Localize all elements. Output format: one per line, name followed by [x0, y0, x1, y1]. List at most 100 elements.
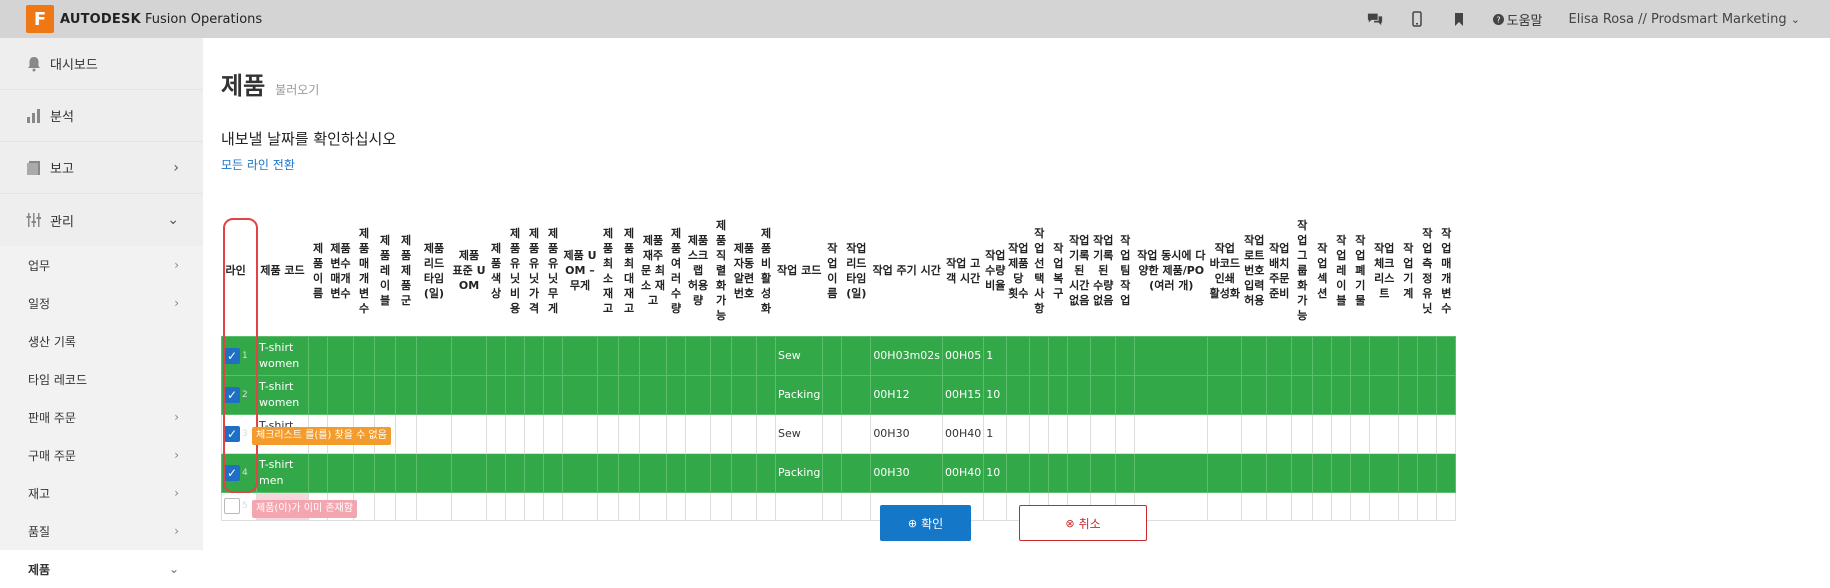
table-cell	[308, 335, 328, 376]
chat-icon[interactable]	[1367, 11, 1383, 27]
table-cell	[1207, 335, 1243, 376]
sidebar-item-tasks[interactable]: 업무 ›	[0, 246, 203, 284]
table-row[interactable]: ✓ 4 T-shirt men Packing 00H30 00H40 10	[221, 452, 1457, 493]
column-header: 작업 복구	[1053, 241, 1064, 300]
table-cell	[1369, 491, 1400, 521]
column-header: 라인	[225, 264, 246, 278]
sidebar-label: 보고	[50, 162, 74, 177]
table-cell	[731, 413, 757, 454]
line-checkbox[interactable]: ✓	[224, 464, 240, 481]
table-cell	[1417, 335, 1438, 376]
chevron-right-icon: ›	[174, 448, 179, 462]
table-cell	[1369, 335, 1400, 376]
cancel-circle-icon: ⊗	[1065, 516, 1075, 530]
column-header: 제품 비활성화	[760, 226, 772, 315]
table-cell	[562, 413, 598, 454]
table-cell	[841, 335, 872, 376]
sidebar-label: 제품	[28, 562, 51, 577]
table-cell	[1291, 335, 1314, 376]
table-cell	[731, 335, 757, 376]
table-cell	[486, 335, 506, 376]
sidebar-item-products[interactable]: 제품 ⌄	[0, 550, 203, 588]
sidebar-item-schedule[interactable]: 일정 ›	[0, 284, 203, 322]
line-checkbox[interactable]: ✓	[224, 347, 240, 364]
table-cell	[1006, 374, 1031, 415]
import-table: 라인 제품 코드 제품 이름 제품 변수 매개 변수 제품 매개 변수 제품 레이블 제품 …	[221, 206, 1457, 521]
chevron-down-icon: ⌄	[1790, 12, 1800, 26]
table-cell	[597, 335, 619, 376]
column-header: 작업 섹션	[1317, 241, 1328, 300]
table-row[interactable]: 5제품(이)가 이미 존재함T-shirt	[221, 491, 1457, 521]
table-cell	[1115, 335, 1136, 376]
table-cell: ✓ 3 체크리스트 를(를) 찾을 수 없음	[221, 413, 391, 454]
table-cell	[1436, 491, 1457, 521]
table-cell	[666, 335, 686, 376]
table-cell	[597, 491, 619, 521]
sidebar-item-reports[interactable]: 보고 ›	[0, 142, 203, 194]
table-cell	[524, 452, 544, 493]
table-cell	[710, 491, 732, 521]
table-cell	[1266, 374, 1293, 415]
mobile-icon[interactable]	[1409, 11, 1425, 27]
quantity-ratio-cell: 1	[983, 335, 1008, 376]
sidebar-item-time-records[interactable]: 타임 레코드	[0, 360, 203, 398]
table-cell	[685, 491, 711, 521]
table-cell	[395, 374, 417, 415]
column-header: 작업 이름	[827, 241, 838, 300]
table-cell	[543, 335, 563, 376]
bookmark-icon[interactable]	[1451, 11, 1467, 27]
sidebar-label: 일정	[28, 296, 51, 311]
table-cell	[639, 452, 667, 493]
sidebar-item-sales-orders[interactable]: 판매 주문 ›	[0, 398, 203, 436]
table-cell	[710, 335, 732, 376]
table-cell	[1241, 413, 1268, 454]
page-title: 제품	[221, 72, 266, 100]
table-cell	[756, 413, 776, 454]
column-header: 작업 바코드 인쇄 활성화	[1209, 241, 1240, 300]
sidebar-label: 품질	[28, 524, 51, 539]
table-cell	[1331, 335, 1352, 376]
sidebar-item-inventory[interactable]: 재고 ›	[0, 474, 203, 512]
table-cell	[1331, 452, 1352, 493]
line-checkbox[interactable]	[224, 498, 240, 514]
table-cell	[1048, 374, 1069, 415]
cycle-time-cell: 00H30	[870, 413, 944, 454]
svg-text:?: ?	[1496, 15, 1500, 24]
table-cell	[1350, 413, 1371, 454]
table-row[interactable]: ✓ 1 T-shirt women Sew 00H03m02s 00H05 1	[221, 335, 1457, 376]
sidebar-item-dashboard[interactable]: 대시보드	[0, 38, 203, 90]
table-cell	[1350, 491, 1371, 521]
line-checkbox[interactable]: ✓	[224, 425, 240, 442]
table-cell	[486, 452, 506, 493]
user-menu[interactable]: Elisa Rosa // Prodsmart Marketing ⌄	[1569, 12, 1800, 27]
toggle-all-lines-link[interactable]: 모든 라인 전환	[221, 156, 295, 173]
table-cell	[1350, 452, 1371, 493]
sidebar-item-quality[interactable]: 품질 ›	[0, 512, 203, 550]
table-cell	[1090, 335, 1117, 376]
table-cell	[1436, 335, 1457, 376]
column-header: 작업 레이블	[1336, 234, 1347, 308]
line-checkbox[interactable]: ✓	[224, 386, 240, 403]
column-header: 작업 그룹화 가능	[1297, 219, 1308, 323]
table-cell	[639, 491, 667, 521]
chevron-right-icon: ›	[174, 486, 179, 500]
table-row[interactable]: ✓ 2 T-shirt women Packing 00H12 00H15 10	[221, 374, 1457, 415]
table-cell	[353, 452, 375, 493]
table-cell	[1207, 491, 1243, 521]
sidebar-item-production-records[interactable]: 생산 기록	[0, 322, 203, 360]
operation-code-cell	[774, 491, 824, 521]
sidebar-item-purchase-orders[interactable]: 구매 주문 ›	[0, 436, 203, 474]
fusion-logo[interactable]: F	[26, 5, 54, 33]
confirm-button[interactable]: ⊕ 확인	[880, 505, 971, 541]
cancel-button[interactable]: ⊗ 취소	[1019, 505, 1147, 541]
column-header: 제품 리드 타임 (일)	[423, 241, 445, 300]
sidebar-item-analytics[interactable]: 분석	[0, 90, 203, 142]
help-link[interactable]: ? 도움말	[1492, 10, 1543, 29]
manage-icon	[26, 213, 41, 227]
sidebar-item-manage[interactable]: 관리 ⌄	[0, 194, 203, 246]
table-cell	[1006, 413, 1031, 454]
table-cell	[841, 413, 872, 454]
table-cell	[1048, 413, 1069, 454]
table-row[interactable]: ✓3체크리스트 를(를) 찾을 수 없음T-shirt menSew00H300…	[221, 413, 1457, 454]
line-number: 1	[242, 350, 248, 361]
